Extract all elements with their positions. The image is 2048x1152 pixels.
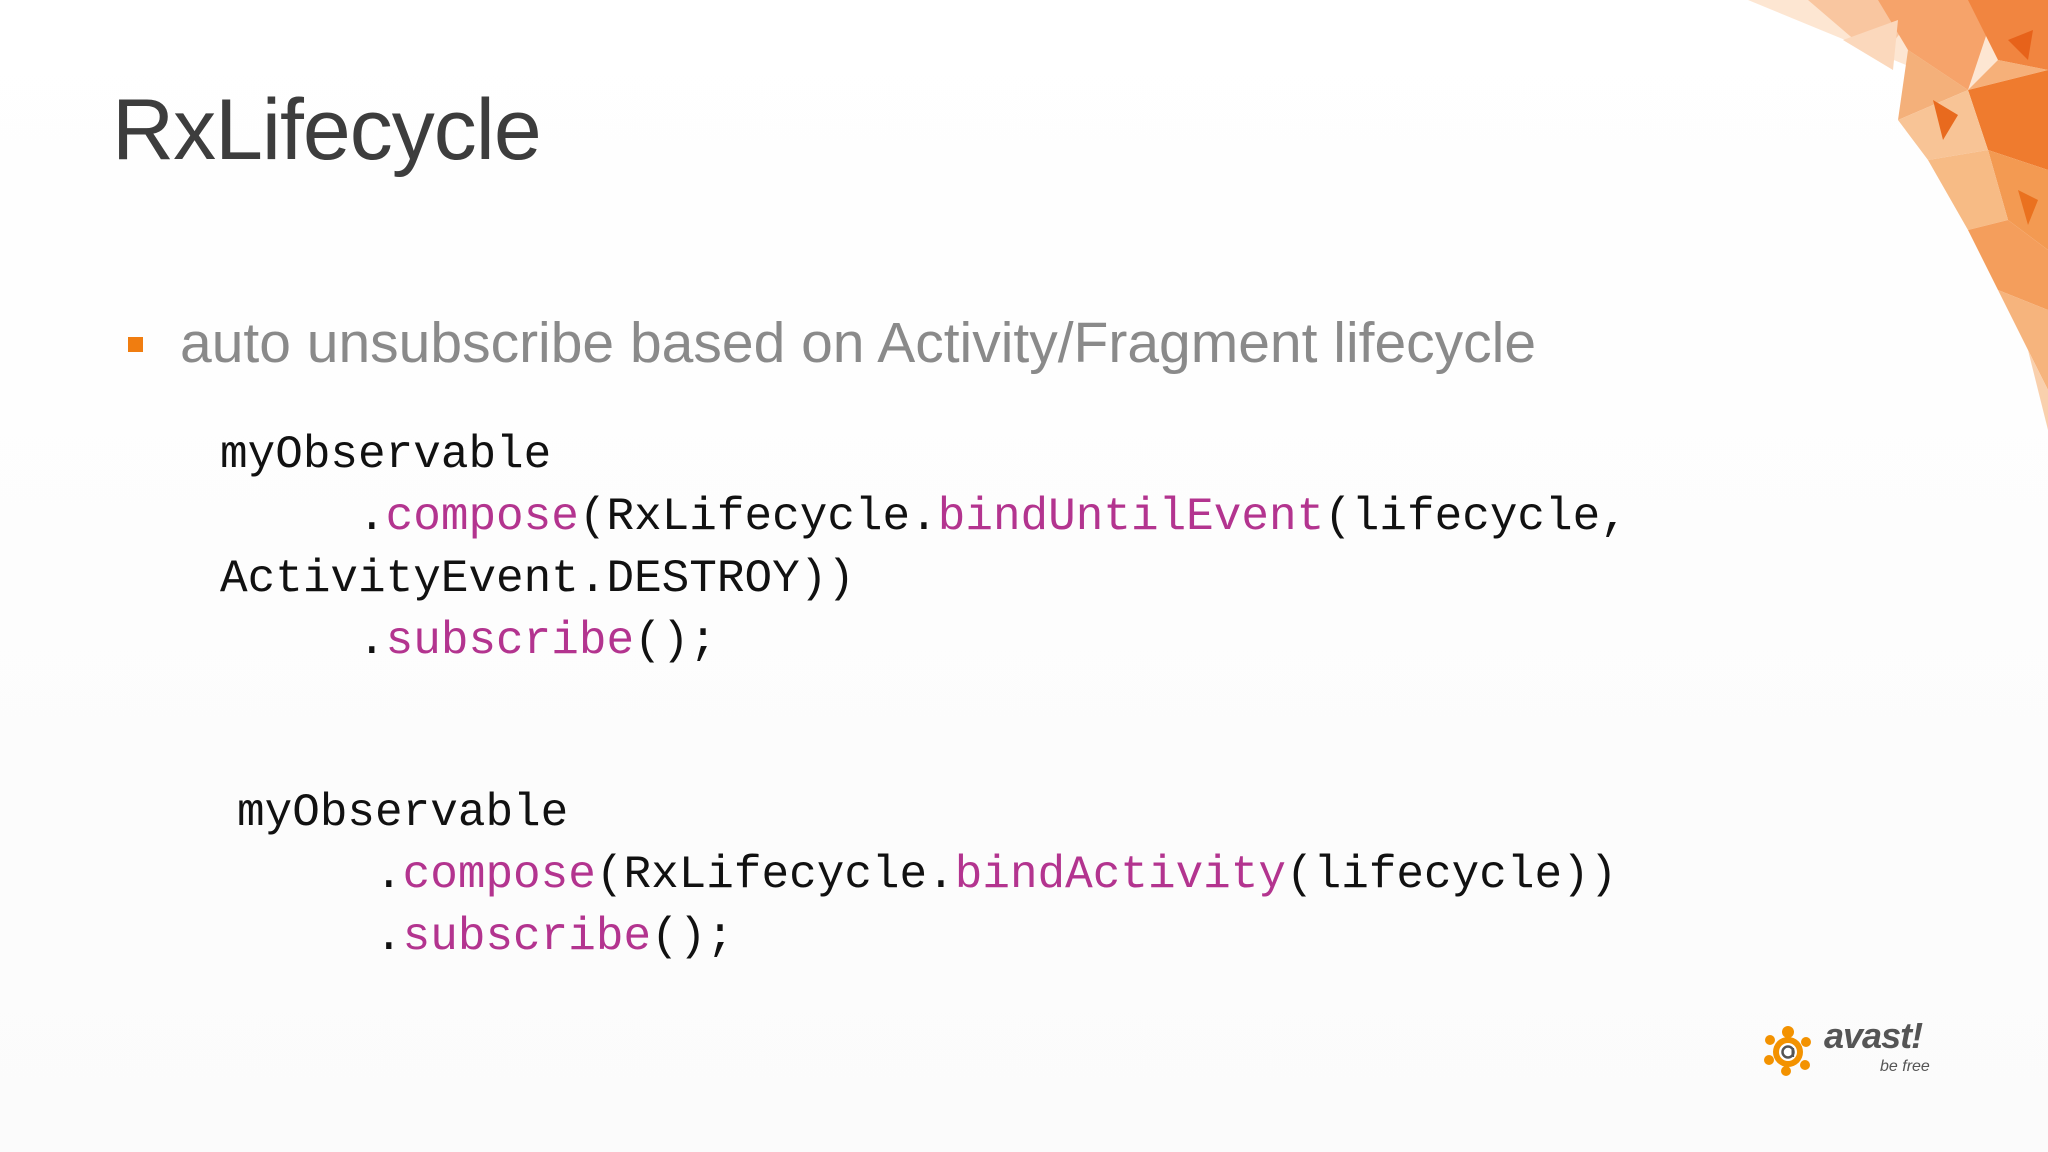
code-text: (RxLifecycle. — [595, 849, 955, 901]
code-line: .compose(RxLifecycle.bindUntilEvent(life… — [220, 491, 1628, 543]
code-block-bind-activity: myObservable .compose(RxLifecycle.bindAc… — [237, 782, 1617, 968]
code-text: (lifecycle)) — [1286, 849, 1618, 901]
code-line: myObservable — [220, 429, 551, 481]
code-text: (); — [634, 615, 717, 667]
code-text: myObservable — [220, 429, 552, 481]
code-text: . — [237, 911, 403, 963]
code-line: .subscribe(); — [220, 615, 717, 667]
code-line: .subscribe(); — [237, 911, 734, 963]
code-text: ActivityEvent.DESTROY)) — [220, 553, 855, 605]
code-text: . — [220, 615, 386, 667]
code-text: myObservable — [237, 787, 569, 839]
code-method-name: subscribe — [385, 615, 635, 667]
orange-square-icon — [128, 336, 143, 352]
code-line: ActivityEvent.DESTROY)) — [220, 553, 855, 605]
bullet-item: auto unsubscribe based on Activity/Fragm… — [128, 308, 1536, 378]
code-line: myObservable — [237, 787, 568, 839]
avast-burst-icon — [1764, 1026, 1811, 1076]
code-method-name: compose — [402, 849, 596, 901]
corner-decoration-graphic — [1748, 0, 2048, 430]
code-text: . — [220, 491, 386, 543]
code-method-name: compose — [385, 491, 579, 543]
code-method-name: subscribe — [402, 911, 652, 963]
bullet-text: auto unsubscribe based on Activity/Fragm… — [180, 311, 1537, 375]
slide-title: RxLifecycle — [112, 82, 542, 178]
code-text: (lifecycle, — [1324, 491, 1628, 543]
code-block-bind-until-event: myObservable .compose(RxLifecycle.bindUn… — [220, 424, 1628, 672]
code-text: . — [237, 849, 403, 901]
logo-wordmark: avast! — [1824, 1015, 1923, 1056]
logo-tagline: be free — [1880, 1058, 1930, 1075]
code-method-name: bindActivity — [954, 849, 1286, 901]
code-text: (); — [651, 911, 734, 963]
code-line: .compose(RxLifecycle.bindActivity(lifecy… — [237, 849, 1617, 901]
code-text: (RxLifecycle. — [578, 491, 938, 543]
avast-logo: avast! be free — [1762, 1016, 1946, 1080]
code-method-name: bindUntilEvent — [937, 491, 1325, 543]
